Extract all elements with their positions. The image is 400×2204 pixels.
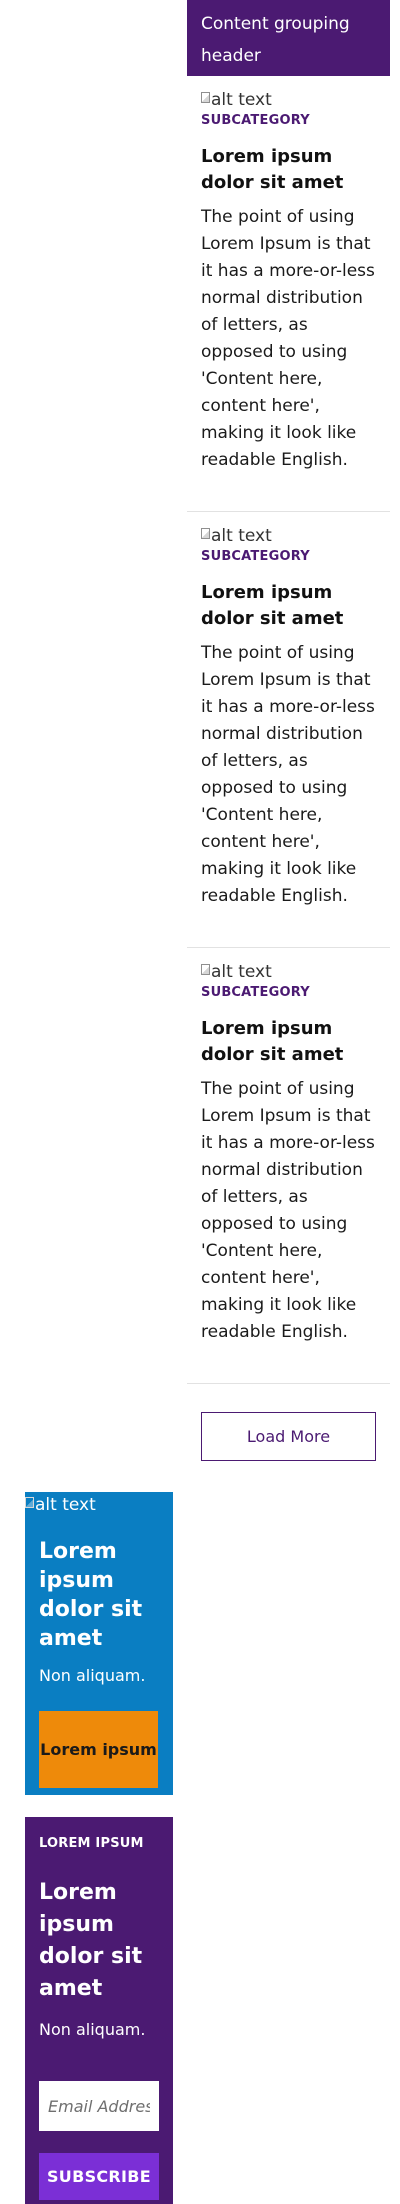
card-image-alt: alt text (211, 526, 272, 546)
card-image: alt text (201, 90, 376, 110)
content-group-header: Content grouping header (187, 0, 390, 76)
card-image-alt: alt text (211, 90, 272, 110)
content-card: alt text SUBCATEGORY Lorem ipsum dolor s… (187, 948, 390, 1384)
email-field[interactable] (39, 2081, 159, 2131)
load-more-container: Load More (187, 1384, 390, 1461)
broken-image-icon (201, 91, 210, 103)
card-body: The point of using Lorem Ipsum is that i… (201, 207, 375, 470)
newsletter-text: Non aliquam. (39, 2020, 146, 2039)
newsletter-eyebrow: LOREM IPSUM (39, 1836, 144, 1851)
broken-image-icon (201, 527, 210, 539)
promo-text: Non aliquam. (39, 1666, 146, 1685)
broken-image-icon (25, 1496, 34, 1508)
broken-image-icon (201, 963, 210, 975)
content-group: Content grouping header alt text SUBCATE… (187, 0, 390, 1461)
card-body: The point of using Lorem Ipsum is that i… (201, 1079, 375, 1342)
card-image-alt: alt text (211, 962, 272, 982)
card-title[interactable]: Lorem ipsum dolor sit amet (201, 1016, 376, 1068)
card-subcategory: SUBCATEGORY (201, 985, 310, 1000)
card-subcategory: SUBCATEGORY (201, 113, 310, 128)
card-image: alt text (201, 962, 376, 982)
promo-image-alt: alt text (35, 1495, 96, 1515)
card-title[interactable]: Lorem ipsum dolor sit amet (201, 580, 376, 632)
card-body: The point of using Lorem Ipsum is that i… (201, 643, 375, 906)
load-more-button[interactable]: Load More (201, 1412, 376, 1461)
newsletter-title: Lorem ipsum dolor sit amet (39, 1880, 143, 2001)
promo-panel-blue: alt text Lorem ipsum dolor sit amet Non … (25, 1492, 173, 1795)
card-title[interactable]: Lorem ipsum dolor sit amet (201, 144, 376, 196)
card-image: alt text (201, 526, 376, 546)
content-card: alt text SUBCATEGORY Lorem ipsum dolor s… (187, 76, 390, 512)
card-subcategory: SUBCATEGORY (201, 549, 310, 564)
promo-title: Lorem ipsum dolor sit amet (39, 1539, 143, 1651)
newsletter-panel: LOREM IPSUM Lorem ipsum dolor sit amet N… (25, 1817, 173, 2204)
promo-cta-button[interactable]: Lorem ipsum (39, 1711, 158, 1788)
subscribe-button[interactable]: SUBSCRIBE (39, 2153, 159, 2200)
content-card: alt text SUBCATEGORY Lorem ipsum dolor s… (187, 512, 390, 948)
promo-image: alt text (25, 1492, 173, 1515)
